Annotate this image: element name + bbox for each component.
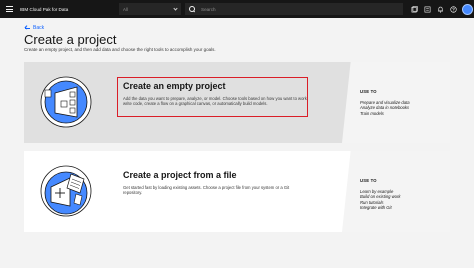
use-to-list: USE TO Prepare and visualize data Analyz…: [360, 89, 450, 116]
search-input[interactable]: [201, 6, 381, 12]
global-search[interactable]: [185, 3, 403, 15]
top-header: IBM Cloud Pak for Data All: [0, 0, 474, 18]
search-icon: [189, 6, 195, 12]
project-from-file-illustration-icon: [40, 165, 92, 217]
menu-icon[interactable]: [0, 0, 18, 18]
help-icon[interactable]: [449, 5, 458, 14]
notification-icon[interactable]: [436, 5, 445, 14]
highlight-box: [117, 77, 308, 117]
catalog-secondary-icon[interactable]: [423, 5, 432, 14]
use-to-list: USE TO Learn by example Build on existin…: [360, 178, 450, 210]
chevron-down-icon: [173, 5, 178, 11]
back-label: Back: [33, 25, 45, 31]
page-subtitle: Create an empty project, and then add da…: [24, 47, 216, 52]
use-to-heading: USE TO: [360, 178, 377, 183]
use-to-heading: USE TO: [360, 89, 377, 94]
product-name[interactable]: IBM Cloud Pak for Data: [20, 7, 118, 12]
catalog-icon[interactable]: [410, 5, 419, 14]
tile-description: Get started fast by loading existing ass…: [123, 185, 290, 196]
back-link[interactable]: Back: [24, 25, 44, 31]
tile-body: Create a project from a file Get started…: [123, 170, 309, 196]
tile-title: Create a project from a file: [123, 170, 237, 180]
scope-value: All: [123, 6, 128, 12]
user-avatar[interactable]: [462, 3, 473, 15]
header-actions: [410, 0, 473, 18]
empty-project-illustration-icon: [40, 76, 92, 128]
use-to-item: Integrate with Git: [360, 204, 392, 210]
use-to-item: Train models: [360, 110, 384, 116]
arrow-left-icon: [24, 25, 30, 31]
scope-dropdown[interactable]: All: [119, 3, 181, 15]
page-title: Create a project: [24, 32, 117, 47]
create-project-from-file-tile[interactable]: Create a project from a file Get started…: [24, 151, 450, 232]
